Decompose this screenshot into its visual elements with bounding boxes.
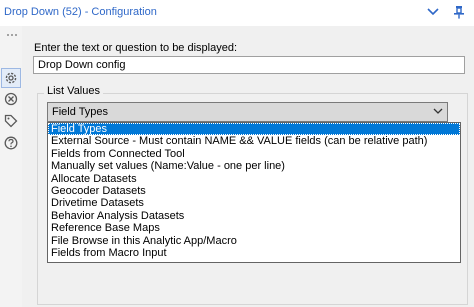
dropdown-option-file-browse[interactable]: File Browse in this Analytic App/Macro <box>48 235 460 247</box>
title-bar: Drop Down (52) - Configuration <box>0 0 474 26</box>
grip-dots-icon <box>3 32 21 38</box>
dropdown-option-geocoder-datasets[interactable]: Geocoder Datasets <box>48 185 460 197</box>
window-title: Drop Down (52) - Configuration <box>4 6 157 18</box>
dropdown-option-external-source[interactable]: External Source - Must contain NAME && V… <box>48 135 460 147</box>
list-values-select[interactable]: Field Types <box>47 102 448 122</box>
pin-button[interactable] <box>450 3 468 21</box>
pin-icon <box>454 6 464 19</box>
gear-icon <box>5 72 17 84</box>
collapse-button[interactable] <box>424 3 442 21</box>
side-rail <box>0 26 22 307</box>
dropdown-options-list: Field Types External Source - Must conta… <box>47 122 461 263</box>
prompt-label: Enter the text or question to be display… <box>34 42 238 54</box>
annotation-icon <box>4 92 18 106</box>
chevron-down-icon <box>433 108 443 116</box>
chevron-down-icon <box>427 8 439 16</box>
selected-value: Field Types <box>52 106 109 118</box>
annotation-tab[interactable] <box>2 90 20 108</box>
prompt-text-input[interactable]: Drop Down config <box>33 56 465 74</box>
tag-tab[interactable] <box>2 112 20 130</box>
dropdown-option-field-types[interactable]: Field Types <box>48 123 460 136</box>
dropdown-option-behavior-analysis-datasets[interactable]: Behavior Analysis Datasets <box>48 210 460 222</box>
list-values-label: List Values <box>44 85 103 97</box>
dropdown-option-allocate-datasets[interactable]: Allocate Datasets <box>48 173 460 185</box>
dropdown-option-fields-from-connected-tool[interactable]: Fields from Connected Tool <box>48 148 460 160</box>
tag-icon <box>4 114 18 128</box>
dropdown-option-fields-from-macro-input[interactable]: Fields from Macro Input <box>48 247 460 259</box>
configuration-tab[interactable] <box>1 68 21 88</box>
dropdown-option-manually-set-values[interactable]: Manually set values (Name:Value - one pe… <box>48 160 460 172</box>
dropdown-option-drivetime-datasets[interactable]: Drivetime Datasets <box>48 197 460 209</box>
help-tab[interactable] <box>2 134 20 152</box>
dropdown-option-reference-base-maps[interactable]: Reference Base Maps <box>48 222 460 234</box>
configuration-panel: Enter the text or question to be display… <box>22 26 474 307</box>
help-icon <box>4 136 18 150</box>
